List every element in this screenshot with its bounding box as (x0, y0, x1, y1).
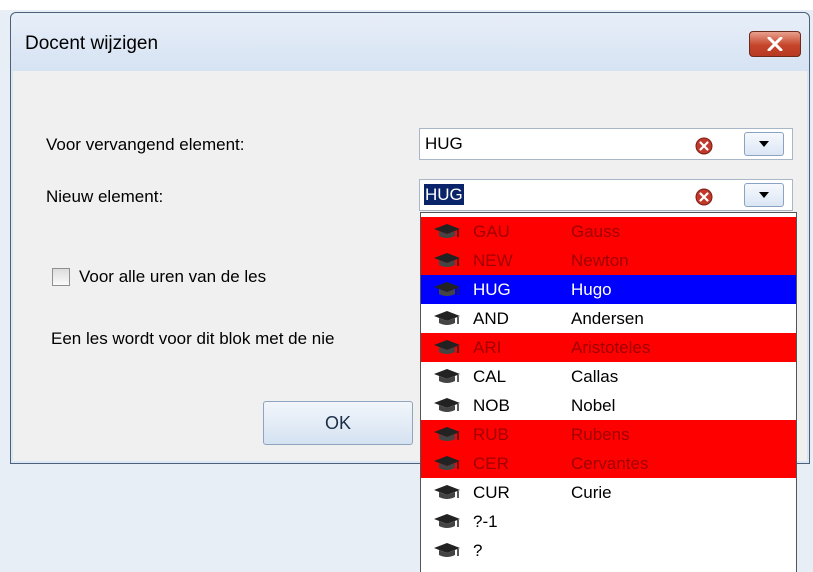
dropdown-item[interactable]: ? (421, 536, 796, 565)
graduation-cap-icon (434, 340, 460, 354)
graduation-cap-icon (434, 543, 460, 557)
graduation-cap-icon (434, 398, 460, 412)
dropdown-item[interactable]: NOB Nobel (421, 391, 796, 420)
item-code: ? (473, 541, 483, 560)
graduation-cap-icon (434, 224, 460, 238)
replace-element-value[interactable]: HUG (424, 133, 464, 154)
close-icon (767, 37, 783, 51)
item-code: CAL (473, 367, 507, 386)
chevron-down-icon (759, 192, 769, 198)
dropdown-item[interactable]: ARI Aristoteles (421, 333, 796, 362)
item-name: Hugo (571, 280, 612, 299)
item-code: ?-1 (473, 512, 498, 531)
item-name: Cervantes (571, 454, 649, 473)
graduation-cap-icon (434, 485, 460, 499)
item-name: Andersen (571, 309, 644, 328)
dropdown-item[interactable]: RUB Rubens (421, 420, 796, 449)
background-strip (0, 0, 813, 10)
item-code: ARI (473, 338, 502, 357)
item-code: HUG (473, 280, 511, 299)
dropdown-item[interactable]: CUR Curie (421, 478, 796, 507)
dialog-title: Docent wijzigen (25, 33, 159, 54)
graduation-cap-icon (434, 427, 460, 441)
item-code: RUB (473, 425, 509, 444)
ok-button[interactable]: OK (263, 401, 413, 445)
new-element-dropdown-button[interactable] (744, 183, 784, 207)
item-code: NOB (473, 396, 510, 415)
item-code: CER (473, 454, 509, 473)
dropdown-item[interactable]: AND Andersen (421, 304, 796, 333)
item-name: Nobel (571, 396, 616, 415)
dropdown-item[interactable]: HUG Hugo (421, 275, 796, 304)
item-name: Gauss (571, 222, 621, 241)
close-button[interactable] (749, 31, 801, 57)
title-bar: Docent wijzigen (11, 13, 809, 71)
dropdown-item[interactable]: GAU Gauss (421, 217, 796, 246)
item-code: NEW (473, 251, 513, 270)
item-code: GAU (473, 222, 510, 241)
new-element-value[interactable]: HUG (424, 184, 464, 205)
graduation-cap-icon (434, 369, 460, 383)
replace-element-label: Voor vervangend element: (46, 135, 245, 154)
replace-element-dropdown-button[interactable] (744, 132, 784, 156)
new-element-label: Nieuw element: (46, 187, 164, 206)
item-code: AND (473, 309, 509, 328)
dropdown-item[interactable]: ?-1 (421, 507, 796, 536)
teacher-dropdown-list[interactable]: GAU Gauss NEW Newton HUG Hugo AND Anders… (420, 212, 797, 572)
info-text: Een les wordt voor dit blok met de nie (51, 329, 335, 348)
dropdown-item[interactable]: NEW Newton (421, 246, 796, 275)
clear-icon[interactable] (695, 188, 713, 206)
item-name: Callas (571, 367, 619, 386)
item-name: Curie (571, 483, 612, 502)
graduation-cap-icon (434, 253, 460, 267)
replace-element-combo[interactable]: HUG (419, 128, 793, 160)
item-name: Aristoteles (571, 338, 651, 357)
graduation-cap-icon (434, 456, 460, 470)
graduation-cap-icon (434, 311, 460, 325)
clear-icon[interactable] (695, 137, 713, 155)
chevron-down-icon (759, 141, 769, 147)
graduation-cap-icon (434, 514, 460, 528)
all-hours-label[interactable]: Voor alle uren van de les (79, 267, 266, 287)
item-name: Newton (571, 251, 629, 270)
dropdown-item[interactable]: CER Cervantes (421, 449, 796, 478)
all-hours-checkbox[interactable] (52, 268, 70, 286)
dropdown-item[interactable]: CAL Callas (421, 362, 796, 391)
item-name: Rubens (571, 425, 630, 444)
new-element-combo[interactable]: HUG (419, 179, 793, 211)
graduation-cap-icon (434, 282, 460, 296)
item-code: CUR (473, 483, 510, 502)
